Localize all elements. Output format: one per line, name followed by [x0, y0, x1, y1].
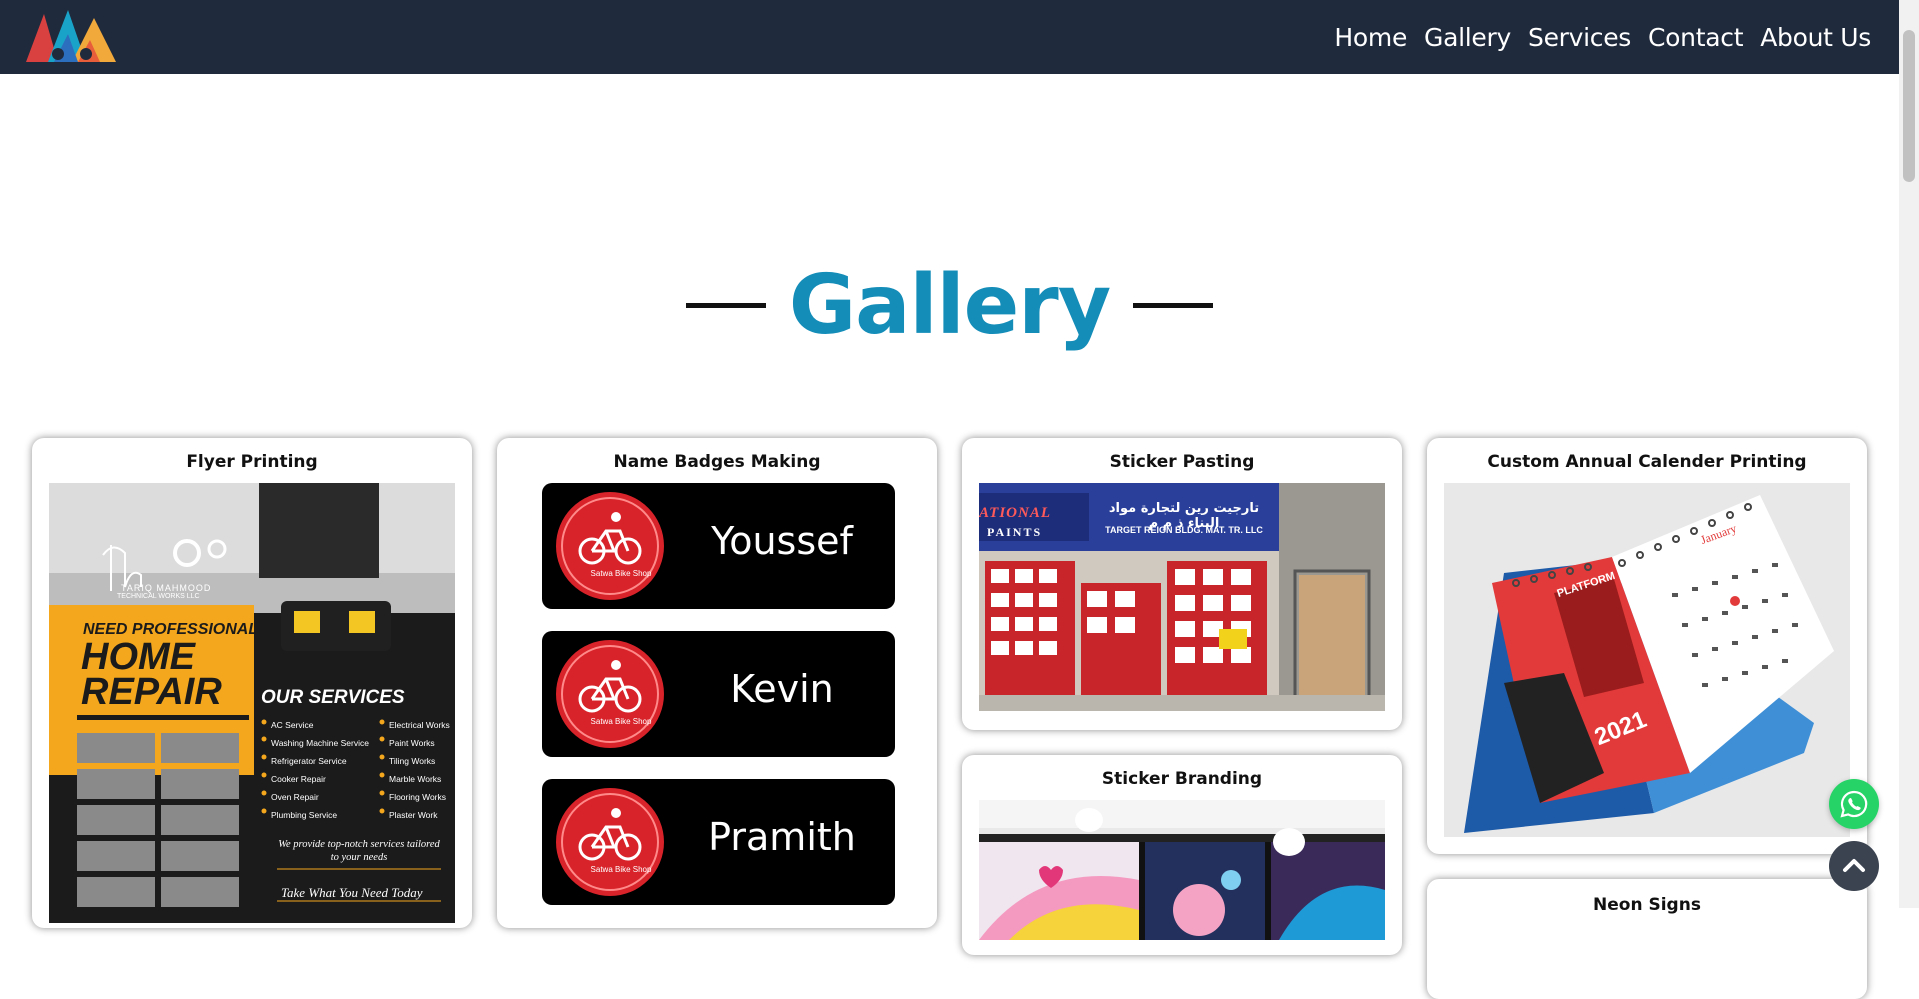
flyer-image[interactable]: TARIQ MAHMOOD TECHNICAL WORKS LLC NEED P… [49, 483, 455, 923]
whatsapp-button[interactable] [1829, 779, 1879, 829]
bike-logo-icon [556, 640, 664, 748]
badge-shop: Satwa Bike Shop [590, 569, 652, 578]
bike-logo-icon [556, 788, 664, 896]
service-item: Marble Works [389, 774, 442, 784]
heading-dash-right [1132, 303, 1213, 308]
service-item: Cooker Repair [271, 774, 326, 784]
scroll-to-top-button[interactable] [1829, 841, 1879, 891]
calendar-image[interactable]: January 2021 PLATFORM [1444, 483, 1850, 837]
card-title: Sticker Branding [1101, 769, 1263, 789]
heading-dash-left [686, 303, 767, 308]
service-item: Paint Works [389, 738, 435, 748]
badge-name: Youssef [711, 519, 853, 563]
card-title: Neon Signs [1593, 895, 1701, 915]
sticker-pasting-image[interactable]: ATIONAL PAINTS تارجيت رين لتجارة مواد ال… [979, 483, 1385, 711]
card-name-badges[interactable]: Name Badges Making Satwa Bike Shop Youss… [497, 438, 937, 928]
service-item: Plumbing Service [271, 810, 338, 820]
nav-services[interactable]: Services [1528, 23, 1631, 52]
gallery-heading: Gallery [0, 258, 1899, 368]
flyer-our-services: OUR SERVICES [261, 687, 405, 708]
service-item: Oven Repair [271, 792, 319, 802]
name-badge[interactable]: Satwa Bike Shop Youssef [542, 483, 895, 609]
card-title: Name Badges Making [613, 452, 821, 472]
logo[interactable] [24, 4, 120, 64]
flyer-services-left: AC Service Washing Machine Service Refri… [271, 716, 369, 824]
flyer-slogan: Take What You Need Today [281, 885, 423, 900]
service-item: Flooring Works [389, 792, 446, 802]
card-title: Custom Annual Calender Printing [1487, 452, 1807, 472]
navbar: Home Gallery Services Contact About Us [0, 0, 1899, 74]
flyer-brand: TARIQ MAHMOOD [121, 583, 212, 593]
service-item: Electrical Works [389, 720, 450, 730]
whatsapp-icon [1840, 790, 1868, 818]
flyer-tagline: We provide top-notch services tailored t… [278, 839, 440, 863]
nav-home[interactable]: Home [1334, 23, 1407, 52]
card-flyer-printing[interactable]: Flyer Printing TARIQ MAHMOOD TECHNICAL W… [32, 438, 472, 928]
scrollbar-thumb[interactable] [1903, 30, 1915, 182]
service-item: AC Service [271, 720, 314, 730]
nav-links: Home Gallery Services Contact About Us [1334, 0, 1871, 74]
service-item: Tiling Works [389, 756, 436, 766]
card-title: Flyer Printing [186, 452, 318, 472]
sign-english: TARGET REIGN BLDG. MAT. TR. LLC [1105, 525, 1263, 535]
bike-logo-icon [556, 492, 664, 600]
flyer-brand-sub: TECHNICAL WORKS LLC [117, 593, 200, 600]
card-sticker-pasting[interactable]: Sticker Pasting ATIONAL PAINTS تارجيت ري… [962, 438, 1402, 730]
card-neon-signs[interactable]: Neon Signs [1427, 879, 1867, 999]
name-badge[interactable]: Satwa Bike Shop Kevin [542, 631, 895, 757]
sticker-branding-image[interactable] [979, 800, 1385, 940]
nav-gallery[interactable]: Gallery [1424, 23, 1511, 52]
flyer-repair: REPAIR [81, 671, 222, 713]
nav-about-us[interactable]: About Us [1760, 23, 1871, 52]
card-sticker-branding[interactable]: Sticker Branding [962, 755, 1402, 955]
flyer-services-right: Electrical Works Paint Works Tiling Work… [389, 716, 450, 824]
chevron-up-icon [1843, 859, 1865, 872]
service-item: Plaster Work [389, 810, 438, 820]
name-badge[interactable]: Satwa Bike Shop Pramith [542, 779, 895, 905]
nav-contact[interactable]: Contact [1648, 23, 1743, 52]
sign-left-1: ATIONAL [979, 505, 1052, 521]
badge-name: Pramith [708, 815, 856, 859]
badge-name: Kevin [730, 667, 834, 711]
card-title: Sticker Pasting [1109, 452, 1255, 472]
service-item: Refrigerator Service [271, 756, 347, 766]
sign-left-2: PAINTS [987, 525, 1043, 539]
gallery-title: Gallery [788, 258, 1111, 353]
card-custom-calendar[interactable]: Custom Annual Calender Printing January … [1427, 438, 1867, 854]
badge-shop: Satwa Bike Shop [590, 717, 652, 726]
badge-shop: Satwa Bike Shop [590, 865, 652, 874]
service-item: Washing Machine Service [271, 738, 369, 748]
